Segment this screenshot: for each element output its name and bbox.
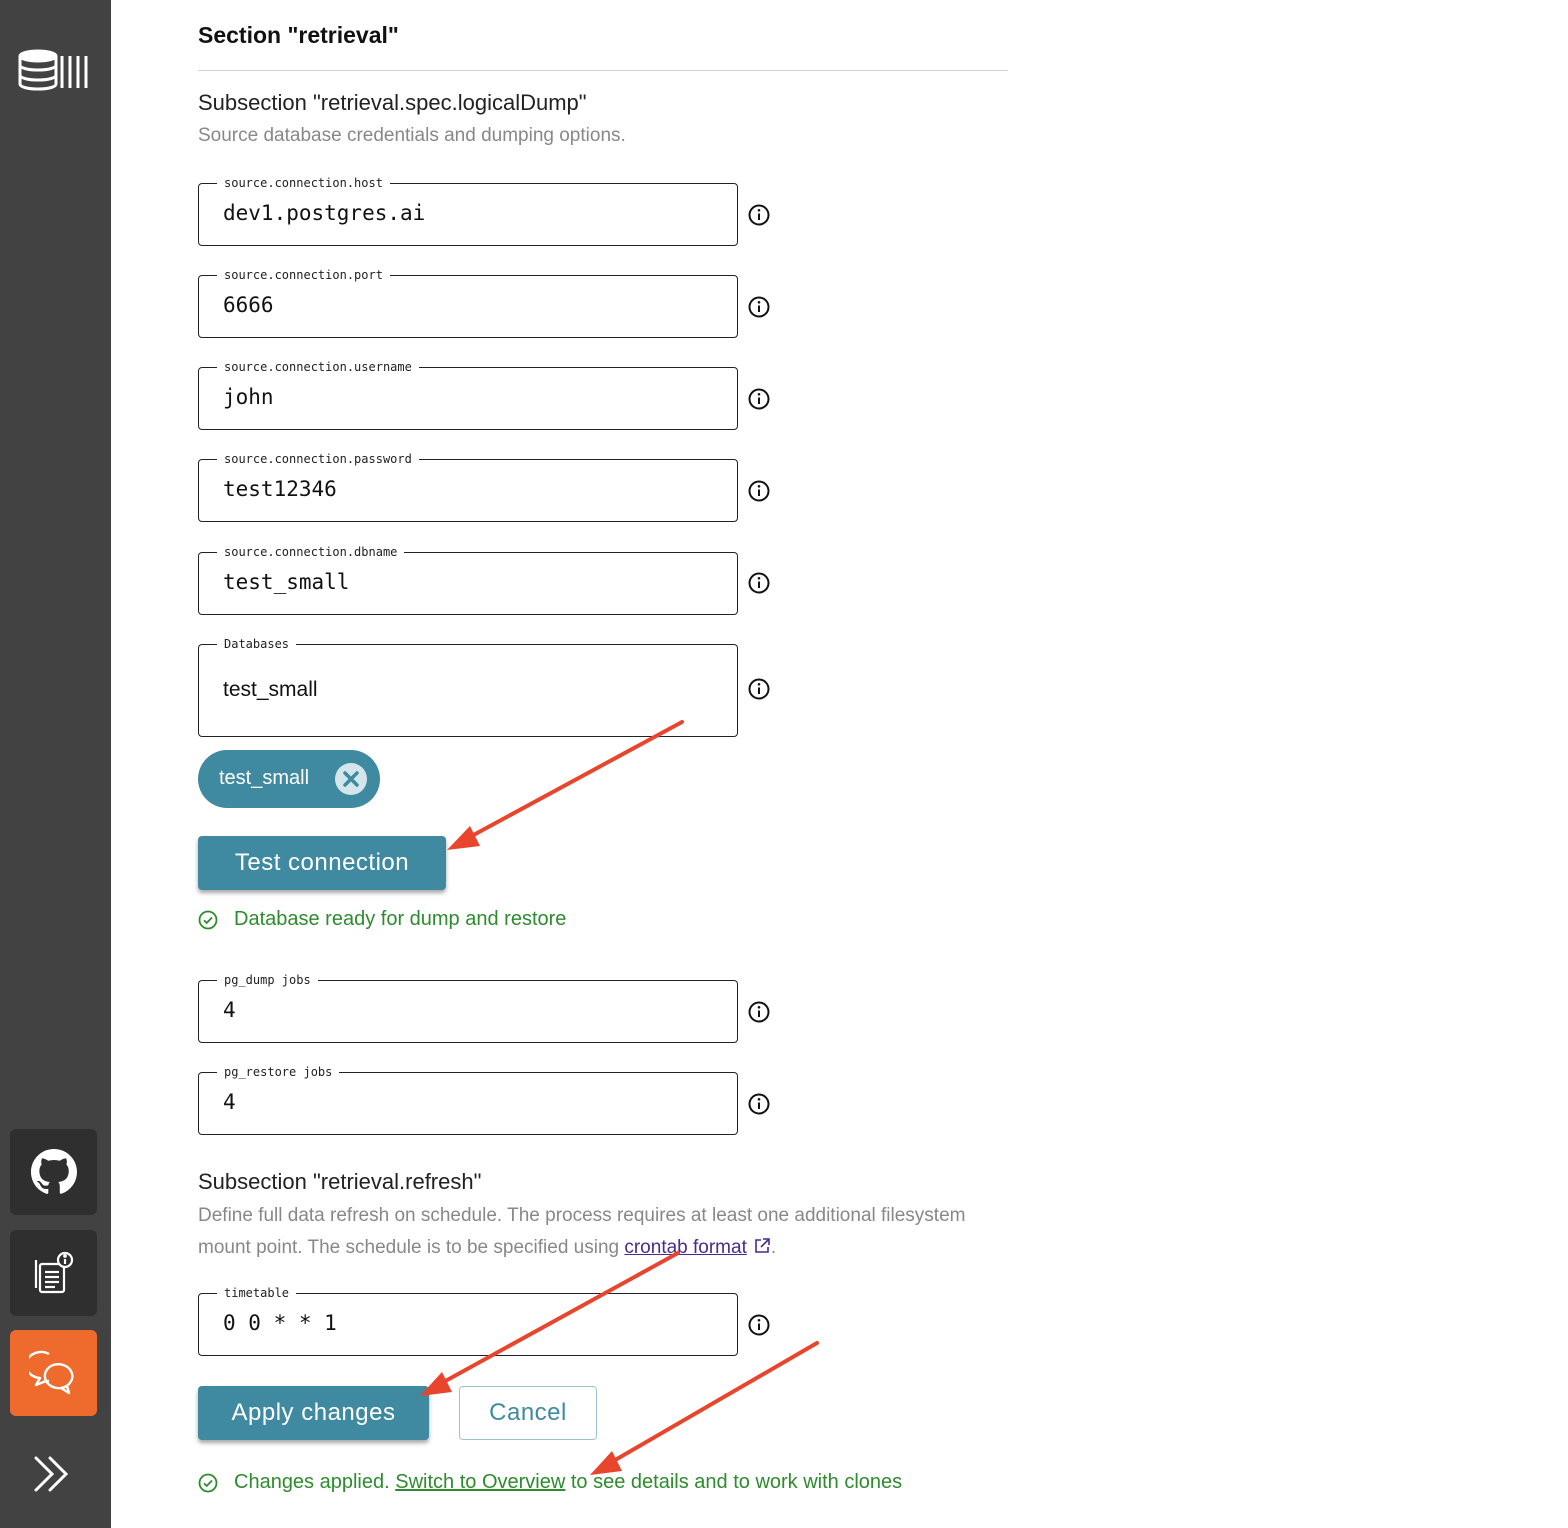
info-icon[interactable]	[748, 572, 770, 594]
github-button[interactable]	[10, 1129, 97, 1215]
test-connection-button[interactable]: Test connection	[198, 836, 446, 890]
docs-info-icon	[34, 1251, 73, 1294]
double-chevron-right-icon[interactable]	[30, 1452, 74, 1496]
test-status: Database ready for dump and restore	[198, 908, 566, 931]
chat-button[interactable]	[10, 1330, 97, 1416]
host-field[interactable]: source.connection.host dev1.postgres.ai	[198, 175, 738, 246]
username-label: source.connection.username	[217, 359, 419, 375]
annotation-arrow	[590, 1341, 819, 1475]
section-divider	[198, 70, 1008, 71]
dbname-label: source.connection.dbname	[217, 544, 405, 560]
dbname-field[interactable]: source.connection.dbname test_small	[198, 544, 738, 615]
info-icon[interactable]	[748, 296, 770, 318]
logical-dump-description: Source database credentials and dumping …	[198, 125, 626, 146]
external-link-icon[interactable]	[753, 1237, 771, 1255]
apply-status-prefix: Changes applied.	[234, 1471, 390, 1493]
info-icon[interactable]	[748, 480, 770, 502]
apply-status-suffix: to see details and to work with clones	[570, 1471, 903, 1493]
host-label: source.connection.host	[217, 175, 390, 191]
github-icon	[30, 1149, 77, 1194]
crontab-format-link[interactable]: crontab format	[624, 1237, 747, 1258]
pg-restore-jobs-label: pg_restore jobs	[217, 1064, 340, 1080]
username-field[interactable]: source.connection.username john	[198, 359, 738, 430]
info-icon[interactable]	[748, 1314, 770, 1336]
info-icon[interactable]	[748, 204, 770, 226]
logical-dump-title: Subsection "retrieval.spec.logicalDump"	[198, 90, 587, 115]
database-logo-icon[interactable]	[18, 48, 90, 92]
section-title: Section "retrieval"	[198, 22, 399, 48]
check-circle-icon	[198, 1473, 218, 1492]
username-input[interactable]: john	[223, 385, 274, 409]
chat-icon	[28, 1350, 74, 1395]
password-input[interactable]: test12346	[223, 477, 337, 501]
info-icon[interactable]	[748, 388, 770, 410]
timetable-label: timetable	[217, 1285, 297, 1301]
database-chip-label: test_small	[219, 767, 310, 789]
refresh-title: Subsection "retrieval.refresh"	[198, 1169, 482, 1194]
timetable-field[interactable]: timetable 0 0 * * 1	[198, 1285, 738, 1356]
remove-chip-icon[interactable]	[334, 762, 368, 796]
pg-dump-jobs-field[interactable]: pg_dump jobs 4	[198, 972, 738, 1043]
dbname-input[interactable]: test_small	[223, 570, 349, 594]
databases-field[interactable]: Databases test_small	[198, 636, 738, 737]
apply-changes-button[interactable]: Apply changes	[198, 1386, 429, 1440]
cancel-button[interactable]: Cancel	[459, 1386, 597, 1440]
info-icon[interactable]	[748, 678, 770, 700]
pg-restore-jobs-input[interactable]: 4	[223, 1090, 236, 1114]
databases-label: Databases	[217, 636, 297, 652]
annotation-arrow	[447, 720, 684, 850]
apply-status: Changes applied. Switch to Overview to s…	[198, 1471, 902, 1494]
info-icon[interactable]	[748, 1001, 770, 1023]
pg-dump-jobs-label: pg_dump jobs	[217, 972, 318, 988]
pg-restore-jobs-field[interactable]: pg_restore jobs 4	[198, 1064, 738, 1135]
refresh-description-end: .	[770, 1237, 777, 1258]
password-field[interactable]: source.connection.password test12346	[198, 451, 738, 522]
pg-dump-jobs-input[interactable]: 4	[223, 998, 236, 1022]
refresh-description-text: Define full data refresh on schedule. Th…	[198, 1205, 966, 1258]
sidebar	[0, 0, 111, 1528]
port-label: source.connection.port	[217, 267, 390, 283]
port-field[interactable]: source.connection.port 6666	[198, 267, 738, 338]
database-chip: test_small	[198, 750, 380, 808]
test-status-text: Database ready for dump and restore	[234, 908, 567, 930]
refresh-description: Define full data refresh on schedule. Th…	[198, 1200, 998, 1264]
crontab-format-link-text[interactable]: crontab format	[624, 1237, 747, 1258]
check-circle-icon	[198, 910, 218, 929]
host-input[interactable]: dev1.postgres.ai	[223, 201, 425, 225]
timetable-input[interactable]: 0 0 * * 1	[223, 1311, 337, 1335]
databases-input[interactable]: test_small	[223, 678, 318, 702]
info-icon[interactable]	[748, 1093, 770, 1115]
docs-button[interactable]	[10, 1230, 97, 1316]
password-label: source.connection.password	[217, 451, 419, 467]
port-input[interactable]: 6666	[223, 293, 274, 317]
switch-to-overview-link[interactable]: Switch to Overview	[395, 1471, 565, 1494]
